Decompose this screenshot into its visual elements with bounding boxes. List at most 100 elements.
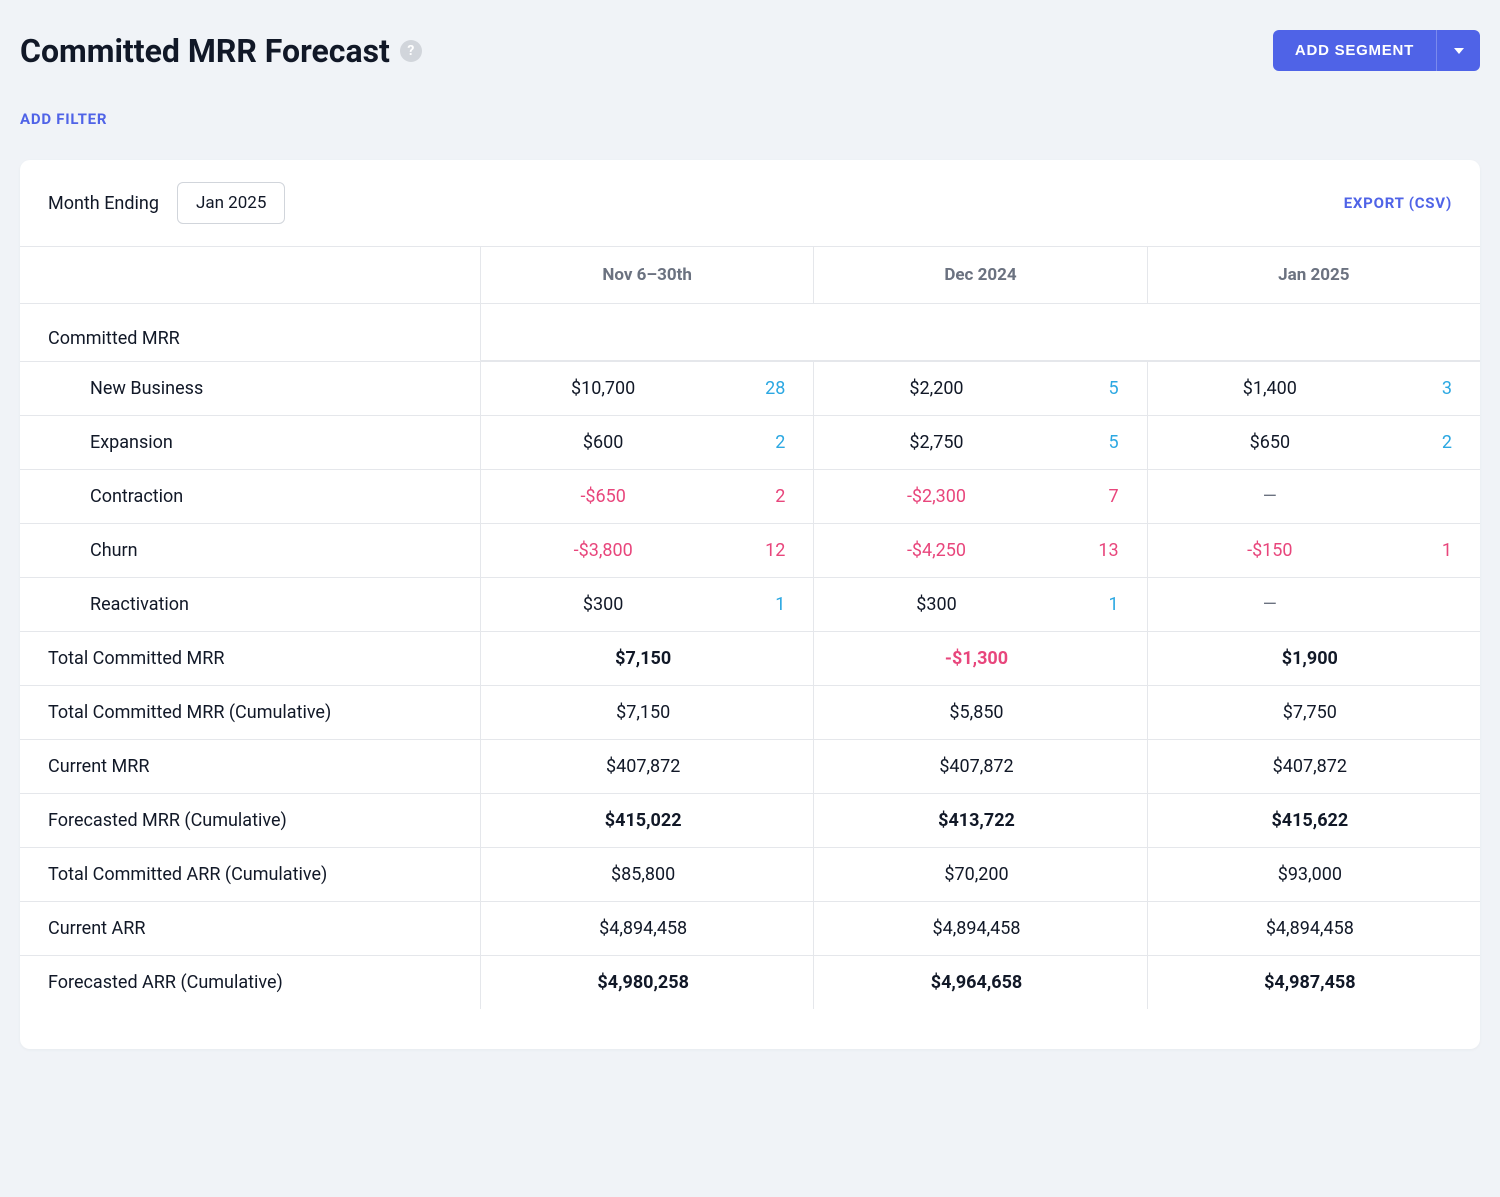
table-header-col1: Nov 6–30th [480,247,813,304]
cell-contraction-c2: -$2,300 7 [813,469,1146,523]
cell-total-committed-mrr-cum-c3: $7,750 [1147,685,1480,739]
cell-total-committed-mrr-c3: $1,900 [1147,631,1480,685]
table-header-col3: Jan 2025 [1147,247,1480,304]
count-text[interactable]: 1 [1372,540,1452,561]
value-text: -$1,300 [834,648,1118,669]
value-text: $7,750 [1168,702,1452,723]
export-csv-button[interactable]: EXPORT (CSV) [1344,194,1452,212]
row-label-total-committed-mrr-cum: Total Committed MRR (Cumulative) [20,685,480,739]
cell-forecasted-arr-cum-c2: $4,964,658 [813,955,1146,1009]
row-label-contraction: Contraction [20,469,480,523]
cell-current-mrr-c3: $407,872 [1147,739,1480,793]
cell-total-committed-mrr-c2: -$1,300 [813,631,1146,685]
add-segment-button[interactable]: ADD SEGMENT [1273,30,1436,71]
count-text[interactable]: 13 [1039,540,1119,561]
cell-expansion-c1: $600 2 [480,415,813,469]
row-label-current-arr: Current ARR [20,901,480,955]
count-link[interactable]: 5 [1039,378,1119,399]
cell-forecasted-mrr-cum-c2: $413,722 [813,793,1146,847]
cell-new-business-c1: $10,700 28 [480,361,813,415]
value-text: $4,894,458 [501,918,785,939]
value-text: $415,022 [501,810,785,831]
cell-total-committed-arr-cum-c3: $93,000 [1147,847,1480,901]
cell-total-committed-arr-cum-c2: $70,200 [813,847,1146,901]
value-text: $300 [834,594,1038,615]
cell-current-arr-c3: $4,894,458 [1147,901,1480,955]
count-link[interactable]: 2 [1372,432,1452,453]
cell-churn-c3: -$150 1 [1147,523,1480,577]
cell-current-arr-c1: $4,894,458 [480,901,813,955]
forecast-card: Month Ending Jan 2025 EXPORT (CSV) Nov 6… [20,160,1480,1049]
cell-current-mrr-c2: $407,872 [813,739,1146,793]
value-text: $2,200 [834,378,1038,399]
cell-current-mrr-c1: $407,872 [480,739,813,793]
value-text: $10,700 [501,378,705,399]
add-segment-group: ADD SEGMENT [1273,30,1480,71]
row-label-total-committed-arr-cum: Total Committed ARR (Cumulative) [20,847,480,901]
count-text[interactable]: 7 [1039,486,1119,507]
value-text: $4,987,458 [1168,972,1452,993]
count-link[interactable]: 5 [1039,432,1119,453]
value-text: $7,150 [501,648,785,669]
cell-forecasted-arr-cum-c3: $4,987,458 [1147,955,1480,1009]
value-text: $2,750 [834,432,1038,453]
add-filter-button[interactable]: ADD FILTER [20,110,107,128]
value-text: $407,872 [834,756,1118,777]
cell-expansion-c3: $650 2 [1147,415,1480,469]
cell-contraction-c1: -$650 2 [480,469,813,523]
cell-contraction-c3: — [1147,469,1480,523]
count-link[interactable]: 2 [705,432,785,453]
forecast-table: Nov 6–30th Dec 2024 Jan 2025 Committed M… [20,247,1480,1049]
value-text: $415,622 [1168,810,1452,831]
cell-forecasted-mrr-cum-c3: $415,622 [1147,793,1480,847]
month-ending-select[interactable]: Jan 2025 [177,182,285,224]
cell-expansion-c2: $2,750 5 [813,415,1146,469]
cell-forecasted-mrr-cum-c1: $415,022 [480,793,813,847]
value-text: $4,894,458 [834,918,1118,939]
table-header-col2: Dec 2024 [813,247,1146,304]
cell-total-committed-mrr-cum-c1: $7,150 [480,685,813,739]
count-link[interactable]: 1 [705,594,785,615]
count-link[interactable]: 28 [705,378,785,399]
cell-reactivation-c1: $300 1 [480,577,813,631]
cell-total-committed-arr-cum-c1: $85,800 [480,847,813,901]
add-segment-dropdown[interactable] [1436,30,1480,71]
section-spacer [480,304,1480,361]
value-text: -$2,300 [834,486,1038,507]
row-label-forecasted-arr-cum: Forecasted ARR (Cumulative) [20,955,480,1009]
count-text[interactable]: 12 [705,540,785,561]
cell-reactivation-c3: — [1147,577,1480,631]
value-text: -$4,250 [834,540,1038,561]
row-label-churn: Churn [20,523,480,577]
value-text: $1,400 [1168,378,1372,399]
count-link[interactable]: 1 [1039,594,1119,615]
row-label-current-mrr: Current MRR [20,739,480,793]
cell-total-committed-mrr-c1: $7,150 [480,631,813,685]
value-text: — [1168,594,1372,615]
chevron-down-icon [1454,48,1464,54]
value-text: -$150 [1168,540,1372,561]
value-text: $1,900 [1168,648,1452,669]
table-header-blank [20,247,480,304]
cell-current-arr-c2: $4,894,458 [813,901,1146,955]
cell-forecasted-arr-cum-c1: $4,980,258 [480,955,813,1009]
section-label-committed-mrr: Committed MRR [20,304,480,361]
value-text: $650 [1168,432,1372,453]
value-text: $5,850 [834,702,1118,723]
value-text: — [1168,486,1372,507]
row-label-forecasted-mrr-cum: Forecasted MRR (Cumulative) [20,793,480,847]
value-text: $413,722 [834,810,1118,831]
table-bottom-padding [20,1009,1480,1049]
row-label-reactivation: Reactivation [20,577,480,631]
value-text: $70,200 [834,864,1118,885]
cell-churn-c2: -$4,250 13 [813,523,1146,577]
value-text: $4,964,658 [834,972,1118,993]
count-text[interactable]: 2 [705,486,785,507]
value-text: -$3,800 [501,540,705,561]
value-text: $85,800 [501,864,785,885]
cell-new-business-c3: $1,400 3 [1147,361,1480,415]
count-link[interactable]: 3 [1372,378,1452,399]
row-label-expansion: Expansion [20,415,480,469]
help-icon[interactable]: ? [400,40,422,62]
row-label-new-business: New Business [20,361,480,415]
